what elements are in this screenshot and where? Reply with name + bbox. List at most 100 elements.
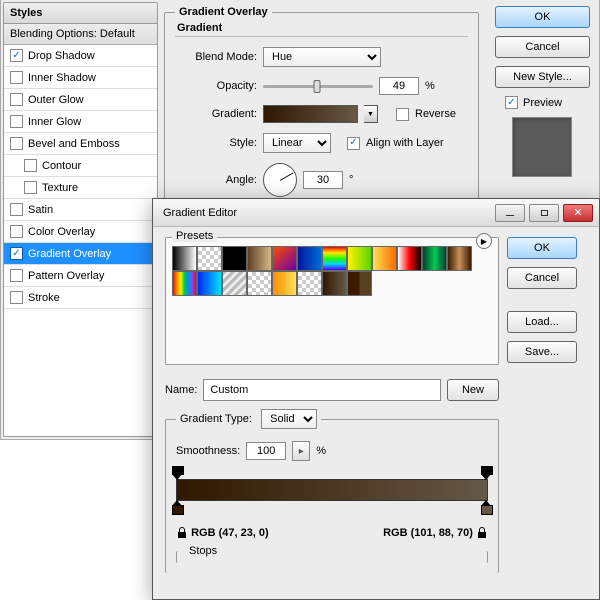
color-stop-left[interactable]	[172, 500, 183, 514]
smoothness-value[interactable]: 100	[246, 442, 286, 460]
style-item-gradient-overlay[interactable]: Gradient Overlay	[4, 243, 157, 265]
style-item-stroke[interactable]: Stroke	[4, 287, 157, 309]
style-label: Inner Glow	[28, 116, 81, 128]
preset-swatch[interactable]	[222, 271, 247, 296]
style-checkbox[interactable]	[24, 181, 37, 194]
ok-button[interactable]: OK	[495, 6, 590, 28]
smoothness-stepper[interactable]	[292, 441, 310, 461]
window-title: Gradient Editor	[163, 207, 237, 219]
angle-unit: °	[349, 174, 353, 186]
angle-value[interactable]: 30	[303, 171, 343, 189]
style-checkbox[interactable]	[10, 269, 23, 282]
ge-load-button[interactable]: Load...	[507, 311, 577, 333]
preset-swatch[interactable]	[197, 246, 222, 271]
preset-grid	[172, 246, 492, 296]
style-row: Style: Linear Align with Layer	[175, 133, 468, 153]
style-item-contour[interactable]: Contour	[4, 155, 157, 177]
align-label: Align with Layer	[366, 137, 444, 149]
style-checkbox[interactable]	[10, 247, 23, 260]
preset-swatch[interactable]	[272, 246, 297, 271]
gradient-bar-area	[176, 479, 488, 525]
cancel-button[interactable]: Cancel	[495, 36, 590, 58]
style-checkbox[interactable]	[10, 203, 23, 216]
minimize-button[interactable]	[495, 204, 525, 222]
effect-title: Gradient Overlay	[175, 6, 272, 18]
style-item-inner-glow[interactable]: Inner Glow	[4, 111, 157, 133]
style-item-inner-shadow[interactable]: Inner Shadow	[4, 67, 157, 89]
preset-swatch[interactable]	[247, 271, 272, 296]
close-button[interactable]: ✕	[563, 204, 593, 222]
blend-mode-select[interactable]: Hue	[263, 47, 381, 67]
style-checkbox[interactable]	[10, 115, 23, 128]
preset-swatch[interactable]	[347, 246, 372, 271]
style-item-texture[interactable]: Texture	[4, 177, 157, 199]
style-checkbox[interactable]	[10, 225, 23, 238]
angle-label: Angle:	[175, 174, 257, 186]
style-item-pattern-overlay[interactable]: Pattern Overlay	[4, 265, 157, 287]
ge-cancel-button[interactable]: Cancel	[507, 267, 577, 289]
style-item-outer-glow[interactable]: Outer Glow	[4, 89, 157, 111]
style-label: Gradient Overlay	[28, 248, 111, 260]
style-label: Pattern Overlay	[28, 270, 104, 282]
gradient-subheading: Gradient	[175, 18, 468, 37]
preset-swatch[interactable]	[397, 246, 422, 271]
ge-ok-button[interactable]: OK	[507, 237, 577, 259]
style-checkbox[interactable]	[10, 137, 23, 150]
left-stop-value: RGB (47, 23, 0)	[176, 527, 269, 539]
gradient-type-label: Gradient Type:	[180, 413, 252, 425]
opacity-slider[interactable]	[263, 85, 373, 88]
preview-checkbox[interactable]	[505, 96, 518, 109]
gradient-editor-content: Presets Name: New Gradient Type: Solid S…	[153, 227, 599, 581]
style-checkbox[interactable]	[10, 93, 23, 106]
style-item-drop-shadow[interactable]: Drop Shadow	[4, 45, 157, 67]
align-checkbox[interactable]	[347, 137, 360, 150]
gradient-dropdown[interactable]	[364, 105, 378, 123]
preset-swatch[interactable]	[447, 246, 472, 271]
gradient-type-select[interactable]: Solid	[261, 409, 317, 429]
style-checkbox[interactable]	[10, 49, 23, 62]
gradient-row: Gradient: Reverse	[175, 105, 468, 123]
presets-menu-icon[interactable]	[476, 233, 492, 249]
preset-swatch[interactable]	[172, 246, 197, 271]
style-item-bevel-and-emboss[interactable]: Bevel and Emboss	[4, 133, 157, 155]
new-gradient-button[interactable]: New	[447, 379, 499, 401]
gradient-bar[interactable]	[176, 479, 488, 501]
color-stop-right[interactable]	[481, 500, 492, 514]
style-checkbox[interactable]	[10, 291, 23, 304]
name-row: Name: New	[165, 379, 499, 401]
preset-swatch[interactable]	[272, 271, 297, 296]
preset-swatch[interactable]	[247, 246, 272, 271]
presets-box: Presets	[165, 237, 499, 365]
reverse-checkbox[interactable]	[396, 108, 409, 121]
style-checkbox[interactable]	[24, 159, 37, 172]
gradient-editor-titlebar[interactable]: Gradient Editor ✕	[153, 199, 599, 227]
gradient-type-fieldset: Gradient Type: Solid Smoothness: 100 %	[165, 409, 499, 573]
preview-label: Preview	[523, 97, 562, 109]
gradient-swatch[interactable]	[263, 105, 358, 123]
blending-options-row[interactable]: Blending Options: Default	[4, 24, 157, 45]
style-item-satin[interactable]: Satin	[4, 199, 157, 221]
preset-swatch[interactable]	[322, 246, 347, 271]
new-style-button[interactable]: New Style...	[495, 66, 590, 88]
style-item-color-overlay[interactable]: Color Overlay	[4, 221, 157, 243]
preset-swatch[interactable]	[297, 271, 322, 296]
preset-swatch[interactable]	[222, 246, 247, 271]
maximize-button[interactable]	[529, 204, 559, 222]
preset-swatch[interactable]	[347, 271, 372, 296]
style-checkbox[interactable]	[10, 71, 23, 84]
opacity-stop-right[interactable]	[481, 466, 492, 480]
preset-swatch[interactable]	[172, 271, 197, 296]
preset-swatch[interactable]	[297, 246, 322, 271]
preset-swatch[interactable]	[197, 271, 222, 296]
preset-swatch[interactable]	[372, 246, 397, 271]
ge-save-button[interactable]: Save...	[507, 341, 577, 363]
angle-dial[interactable]	[263, 163, 297, 197]
preset-swatch[interactable]	[322, 271, 347, 296]
name-input[interactable]	[203, 379, 441, 401]
style-select[interactable]: Linear	[263, 133, 331, 153]
opacity-label: Opacity:	[175, 80, 257, 92]
style-label: Color Overlay	[28, 226, 95, 238]
preset-swatch[interactable]	[422, 246, 447, 271]
opacity-value[interactable]: 49	[379, 77, 419, 95]
opacity-stop-left[interactable]	[172, 466, 183, 480]
